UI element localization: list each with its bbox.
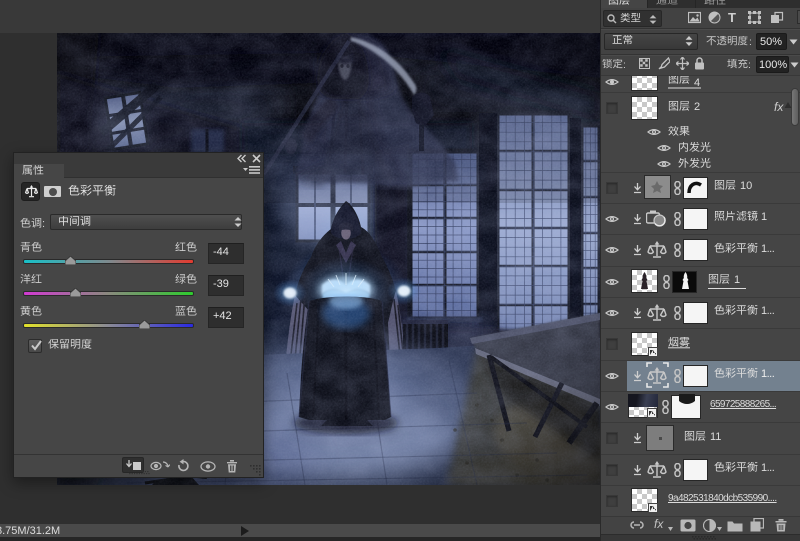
svg-text:4: 4 [694, 77, 700, 89]
